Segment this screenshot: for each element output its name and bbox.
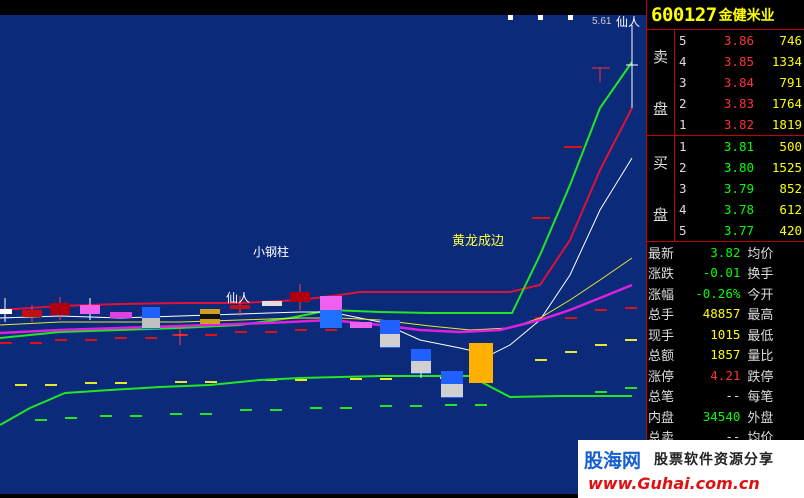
stat-row: 涨停 4.21 跌停 (647, 365, 804, 386)
price: 3.79 (723, 181, 754, 196)
stat-value: 34540 (702, 408, 741, 424)
level: 3 (679, 181, 687, 196)
volume: 1525 (771, 160, 802, 175)
stat-row: 总笔 -- 每笔 (647, 386, 804, 407)
stock-name: 金健米业 (718, 7, 775, 24)
stock-header: 600127 金健米业 (647, 0, 804, 30)
stat-label: 涨幅 (648, 287, 675, 303)
bid-row[interactable]: 3 3.79 852 (647, 178, 804, 199)
ask-row[interactable]: 5 3.86 746 (647, 30, 804, 51)
stat-label: 涨停 (648, 369, 675, 385)
bid-row[interactable]: 1 3.81 500 (647, 136, 804, 157)
stat-row: 涨幅 -0.26% 今开 (647, 283, 804, 304)
annotation-huanglong: 黄龙成边 (452, 234, 504, 249)
stat-row: 最新 3.82 均价 (647, 242, 804, 263)
watermark: 股海网 股票软件资源分享 www.Guhai.com.cn (578, 440, 804, 498)
bid-row[interactable]: 2 3.80 1525 (647, 157, 804, 178)
annotation-xianren-mid: 仙人 (226, 291, 250, 305)
volume: 791 (779, 75, 802, 90)
price: 3.85 (723, 54, 754, 69)
watermark-slogan: 股票软件资源分享 (654, 452, 774, 468)
stat-label-2: 最高 (747, 308, 774, 324)
volume: 852 (779, 181, 802, 196)
level: 3 (679, 75, 687, 90)
stat-label-2: 量比 (747, 349, 774, 365)
stat-label: 最新 (648, 246, 675, 262)
level: 4 (679, 54, 687, 69)
stat-value: 1015 (710, 326, 741, 342)
chart-background (0, 15, 646, 498)
volume: 1819 (771, 117, 802, 132)
volume: 1764 (771, 96, 802, 111)
watermark-brand: 股海网 (584, 450, 642, 472)
ask-book: 卖 盘 5 3.86 746 4 3.85 1334 3 3.84 791 2 3.83 1764 1 3… (647, 30, 804, 136)
stat-label-2: 最低 (747, 328, 774, 344)
stat-label: 涨跌 (648, 267, 675, 283)
level: 5 (679, 223, 687, 238)
price: 3.84 (723, 75, 754, 90)
kline-chart[interactable]: 5.61 仙人 小钢柱 仙人 黄龙成边 (0, 0, 646, 498)
stat-value: -0.26% (695, 285, 741, 301)
price: 3.81 (723, 139, 754, 154)
stat-label: 总笔 (648, 390, 675, 406)
volume: 420 (779, 223, 802, 238)
price: 3.80 (723, 160, 754, 175)
stat-row: 内盘 34540 外盘 (647, 406, 804, 427)
volume: 500 (779, 139, 802, 154)
price: 3.86 (723, 33, 754, 48)
stat-label-2: 均价 (747, 246, 774, 262)
price: 3.77 (723, 223, 754, 238)
quote-panel: 600127 金健米业 卖 盘 5 3.86 746 4 3.85 1334 3 3.84 79… (646, 0, 804, 498)
level: 4 (679, 202, 687, 217)
stat-label: 总手 (648, 308, 675, 324)
volume: 612 (779, 202, 802, 217)
bid-row[interactable]: 4 3.78 612 (647, 199, 804, 220)
stat-value: -0.01 (702, 265, 741, 281)
bid-row[interactable]: 5 3.77 420 (647, 220, 804, 241)
stat-value: -- (725, 388, 741, 404)
stat-label-2: 换手 (747, 267, 774, 283)
level: 2 (679, 160, 687, 175)
price: 3.78 (723, 202, 754, 217)
stat-value: 1857 (710, 347, 741, 363)
bid-book: 买 盘 1 3.81 500 2 3.80 1525 3 3.79 852 4 3.78 612 5 3.… (647, 136, 804, 242)
price: 3.82 (723, 117, 754, 132)
price: 3.83 (723, 96, 754, 111)
stat-row: 现手 1015 最低 (647, 324, 804, 345)
stat-label-2: 今开 (747, 287, 774, 303)
level: 2 (679, 96, 687, 111)
stat-label-2: 外盘 (747, 410, 774, 426)
level: 5 (679, 33, 687, 48)
stat-row: 涨跌 -0.01 换手 (647, 263, 804, 284)
ask-row[interactable]: 3 3.84 791 (647, 72, 804, 93)
stat-label-2: 跌停 (747, 369, 774, 385)
watermark-url: www.Guhai.com.cn (588, 474, 760, 493)
annotation-xiaogangzhu: 小钢柱 (253, 244, 289, 259)
ask-row[interactable]: 4 3.85 1334 (647, 51, 804, 72)
level: 1 (679, 117, 687, 132)
stat-label: 现手 (648, 328, 675, 344)
stat-row: 总手 48857 最高 (647, 304, 804, 325)
stat-label: 总额 (648, 349, 675, 365)
price-label: 5.61 (592, 16, 612, 27)
level: 1 (679, 139, 687, 154)
volume: 1334 (771, 54, 802, 69)
volume: 746 (779, 33, 802, 48)
stock-code: 600127 (651, 3, 717, 26)
stat-label-2: 每笔 (747, 390, 774, 406)
stat-value: 48857 (702, 306, 741, 322)
ask-row[interactable]: 2 3.83 1764 (647, 93, 804, 114)
stat-value: 4.21 (710, 367, 741, 383)
ask-row[interactable]: 1 3.82 1819 (647, 114, 804, 135)
stat-row: 总额 1857 量比 (647, 345, 804, 366)
quote-stats: 最新 3.82 均价涨跌 -0.01 换手涨幅 -0.26% 今开总手 48857 最高现手 10… (647, 242, 804, 447)
stat-value: 3.82 (710, 244, 741, 260)
stat-label: 内盘 (648, 410, 675, 426)
annotation-xianren-top: 仙人 (616, 15, 640, 29)
